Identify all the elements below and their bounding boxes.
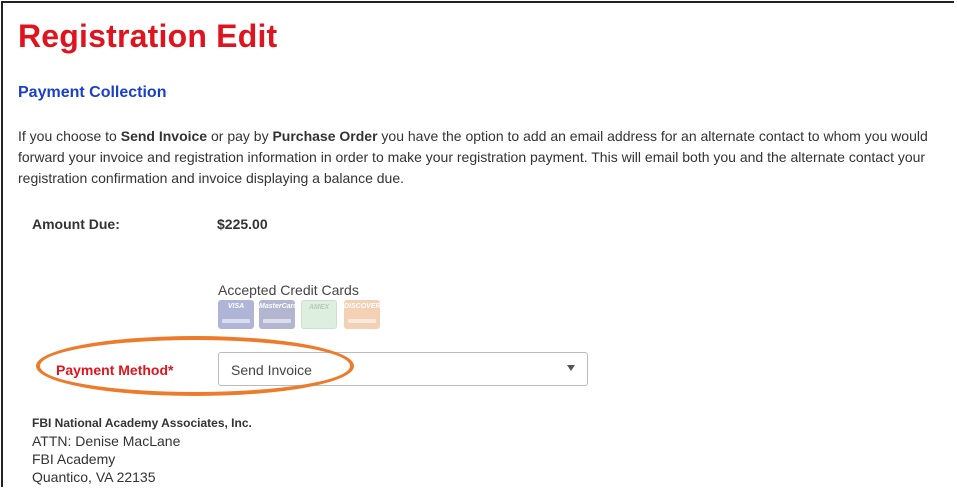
payment-method-select[interactable]: Send Invoice <box>218 352 588 386</box>
address-organization: FBI National Academy Associates, Inc. <box>32 416 252 430</box>
mailing-address: FBI National Academy Associates, Inc. AT… <box>32 414 252 486</box>
intro-bold-purchase-order: Purchase Order <box>272 128 378 144</box>
intro-bold-send-invoice: Send Invoice <box>120 128 208 144</box>
page-title: Registration Edit <box>18 18 278 54</box>
payment-method-label: Payment Method* <box>56 362 174 378</box>
accepted-cards-title: Accepted Credit Cards <box>218 282 359 298</box>
intro-text-2: or pay by <box>207 128 273 144</box>
mastercard-icon: MasterCard <box>259 300 298 329</box>
intro-paragraph: If you choose to Send Invoice or pay by … <box>18 126 948 189</box>
discover-card-icon: DISCOVER <box>344 300 381 329</box>
intro-text-1: If you choose to <box>18 128 121 144</box>
amount-due-label: Amount Due: <box>32 216 120 232</box>
amount-due-value: $225.00 <box>217 216 268 232</box>
address-city-state-zip: Quantico, VA 22135 <box>32 469 156 485</box>
payment-method-selected-value: Send Invoice <box>231 362 312 378</box>
dropdown-arrow-icon[interactable] <box>567 365 575 371</box>
visa-card-icon: VISA <box>218 300 254 329</box>
address-line-2: FBI Academy <box>32 451 116 467</box>
section-title-payment-collection: Payment Collection <box>18 84 167 101</box>
amex-card-icon: AMEX <box>301 300 337 329</box>
address-attn: ATTN: Denise MacLane <box>32 433 181 449</box>
